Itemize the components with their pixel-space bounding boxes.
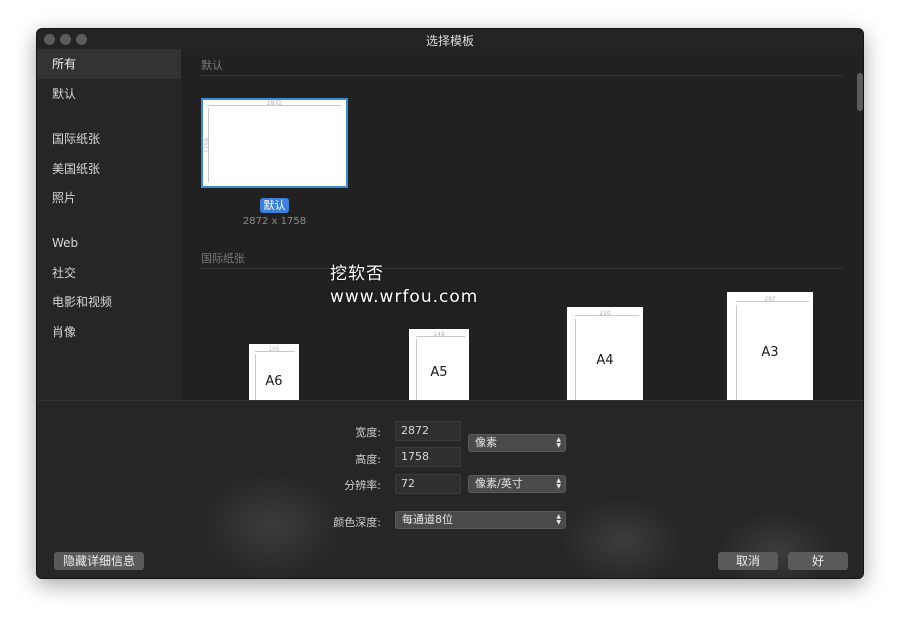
resolution-field[interactable]: 72 [395, 474, 461, 494]
title-bar: 选择模板 [37, 29, 863, 49]
sidebar-item-social[interactable]: 社交 [37, 258, 181, 288]
resolution-unit-select[interactable]: 像素/英寸 ▲ ▼ [468, 475, 566, 493]
color-depth-value: 每通道8位 [402, 513, 453, 526]
width-dimension-text: 2872 [266, 100, 283, 107]
width-label: 宽度: [355, 426, 381, 439]
sidebar-item-photo[interactable]: 照片 [37, 183, 181, 213]
default-template-badge: 默认 [260, 198, 289, 213]
category-sidebar: 所有 默认 国际纸张 美国纸张 照片 Web 社交 电影和视频 肖像 [37, 49, 181, 400]
sidebar-item-portrait[interactable]: 肖像 [37, 317, 181, 347]
template-gallery: 默认 2872 1758 默认 2872 x 1758 国际纸张 105 A6 … [181, 49, 863, 400]
color-depth-select[interactable]: 每通道8位 ▲ ▼ [395, 511, 566, 529]
sidebar-item-us-paper[interactable]: 美国纸张 [37, 154, 181, 184]
height-field[interactable]: 1758 [395, 447, 461, 467]
section-divider [201, 75, 843, 76]
height-label: 高度: [355, 453, 381, 466]
hide-details-button[interactable]: 隐藏详细信息 [54, 552, 144, 570]
width-dimension-text: 105 [268, 346, 280, 353]
paper-label-a6: A6 [265, 374, 283, 389]
section-title-default: 默认 [201, 59, 223, 72]
paper-a5[interactable]: 148 A5 [409, 329, 469, 400]
size-unit-value: 像素 [475, 436, 497, 449]
default-template-size: 2872 x 1758 [242, 216, 307, 227]
default-template-thumbnail[interactable]: 2872 1758 [201, 98, 348, 188]
details-panel: 宽度: 2872 高度: 1758 像素 ▲ ▼ 分辨率: 72 像素/英寸 ▲ ▼… [37, 400, 863, 578]
width-dimension-text: 148 [433, 331, 445, 338]
up-down-chevron-icon: ▲ ▼ [556, 477, 561, 490]
watermark-text: 挖软否 [330, 264, 384, 284]
width-field[interactable]: 2872 [395, 421, 461, 441]
height-dimension-text: 1758 [204, 137, 212, 154]
resolution-unit-value: 像素/英寸 [475, 477, 523, 490]
up-down-chevron-icon: ▲ ▼ [556, 436, 561, 449]
paper-a6[interactable]: 105 A6 [249, 344, 299, 400]
sidebar-item-default[interactable]: 默认 [37, 79, 181, 109]
cancel-button[interactable]: 取消 [718, 552, 778, 570]
paper-label-a3: A3 [761, 345, 779, 360]
window-title: 选择模板 [425, 34, 474, 48]
paper-label-a5: A5 [430, 365, 448, 380]
up-down-chevron-icon: ▲ ▼ [556, 513, 561, 526]
width-dimension-text: 297 [764, 296, 776, 303]
resolution-label: 分辨率: [344, 479, 381, 492]
color-depth-label: 颜色深度: [333, 516, 381, 529]
vertical-scrollbar[interactable] [857, 73, 863, 111]
section-divider [201, 268, 843, 269]
sidebar-item-all[interactable]: 所有 [37, 49, 181, 79]
ok-button[interactable]: 好 [788, 552, 848, 570]
sidebar-item-web[interactable]: Web [37, 228, 181, 258]
section-title-international: 国际纸张 [201, 252, 245, 265]
paper-a3[interactable]: 297 A3 [727, 292, 813, 400]
sidebar-item-international-paper[interactable]: 国际纸张 [37, 124, 181, 154]
paper-label-a4: A4 [596, 353, 614, 368]
paper-a4[interactable]: 210 A4 [567, 307, 643, 400]
width-dimension-text: 210 [599, 310, 611, 317]
size-unit-select[interactable]: 像素 ▲ ▼ [468, 434, 566, 452]
watermark-url: www.wrfou.com [330, 287, 479, 307]
background-glow [557, 496, 687, 578]
sidebar-item-film-video[interactable]: 电影和视频 [37, 287, 181, 317]
